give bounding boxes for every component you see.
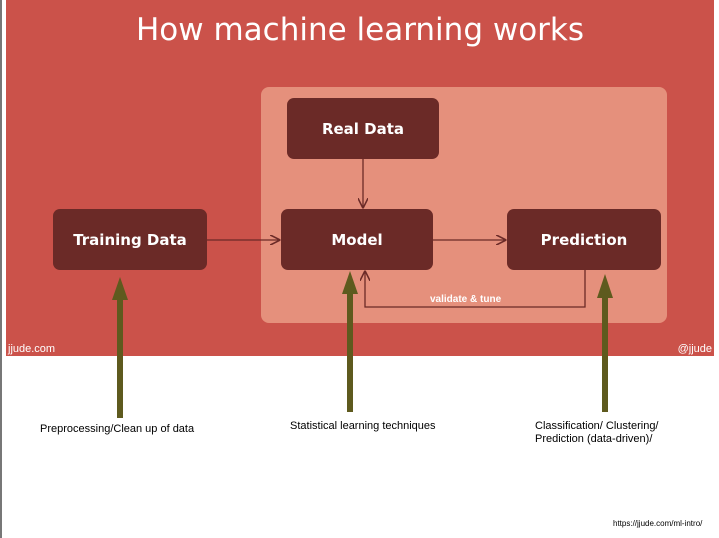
up-arrow-head-3 xyxy=(597,274,613,298)
caption-preprocessing: Preprocessing/Clean up of data xyxy=(40,423,195,435)
up-arrow-shaft-3 xyxy=(602,298,608,412)
arrow-feedback-loop xyxy=(365,270,586,308)
source-url: https://jjude.com/ml-intro/ xyxy=(613,519,703,528)
arrows-layer xyxy=(112,159,613,418)
caption-classification: Classification/ Clustering/ Prediction (… xyxy=(535,420,659,445)
caption-statistical: Statistical learning techniques xyxy=(290,420,436,432)
up-arrow-head-1 xyxy=(112,277,128,300)
up-arrow-shaft-1 xyxy=(117,300,123,418)
up-arrow-shaft-2 xyxy=(347,294,353,412)
up-arrow-head-2 xyxy=(342,271,358,294)
